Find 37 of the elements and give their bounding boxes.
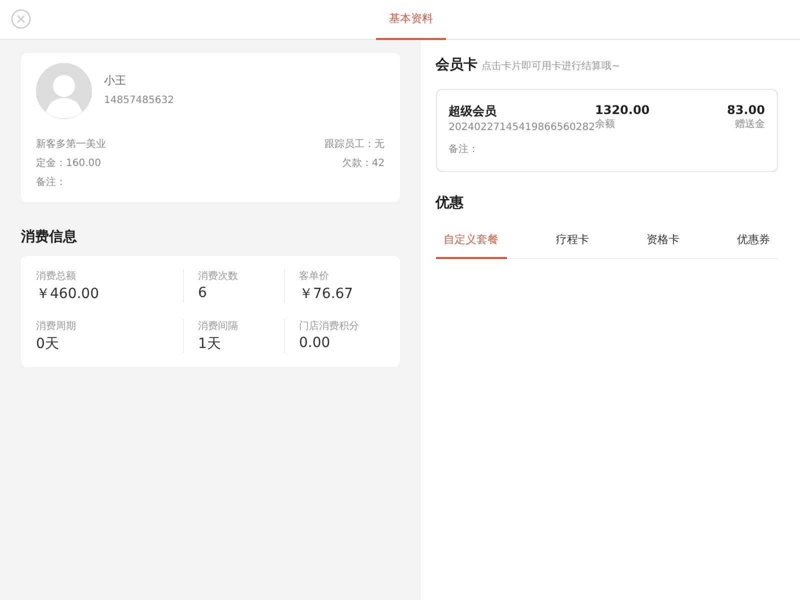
note-text: 备注： bbox=[36, 176, 67, 190]
section-title: 会员卡 bbox=[436, 56, 478, 74]
stat-value: 6 bbox=[198, 285, 208, 301]
bonus-value: 83.00 bbox=[726, 103, 765, 117]
stat-value: ￥76.67 bbox=[299, 285, 354, 303]
stat-label: 消费次数 bbox=[198, 270, 239, 283]
balance-label: 余额 bbox=[595, 118, 616, 132]
close-icon[interactable] bbox=[11, 9, 31, 29]
stat-label: 消费周期 bbox=[36, 320, 77, 333]
hint-text: 点击卡片即可用卡进行结算哦~ bbox=[482, 60, 620, 73]
stat-label: 消费间隔 bbox=[198, 320, 239, 333]
section-title: 消费信息 bbox=[21, 228, 78, 246]
phone-number: 14857485632 bbox=[104, 94, 174, 108]
customer-name: 小王 bbox=[104, 72, 127, 88]
deposit-text: 定金：160.00 bbox=[36, 156, 101, 171]
store-name: 新客多第一美业 bbox=[36, 138, 106, 152]
card-name: 超级会员 bbox=[448, 103, 498, 120]
stat-label: 客单价 bbox=[299, 270, 330, 283]
stat-value: 0.00 bbox=[299, 335, 332, 351]
bonus-label: 赠送金 bbox=[734, 118, 765, 132]
card-note: 备注： bbox=[448, 142, 480, 157]
staff-text: 跟踪员工：无 bbox=[324, 138, 385, 152]
stat-value: 1天 bbox=[198, 335, 222, 353]
stat-value: ￥460.00 bbox=[36, 285, 100, 303]
card-number: 20240227145419866560282 bbox=[448, 121, 595, 135]
balance-value: 1320.00 bbox=[595, 103, 651, 117]
tab[interactable]: 疗程卡 bbox=[548, 222, 598, 259]
tab[interactable]: 优惠券 bbox=[728, 222, 778, 259]
debt-text: 欠款：42 bbox=[342, 157, 385, 171]
tab[interactable]: 自定义套餐 bbox=[436, 222, 507, 259]
section-title: 优惠 bbox=[436, 194, 465, 212]
stat-label: 门店消费积分 bbox=[299, 320, 360, 333]
stat-label: 消费总额 bbox=[36, 270, 77, 283]
stat-value: 0天 bbox=[36, 335, 60, 353]
tab[interactable]: 资格卡 bbox=[638, 222, 688, 259]
member-card[interactable]: 超级会员 20240227145419866560282 1320.00 余额 83.00 赠送金 备注： bbox=[436, 89, 778, 172]
avatar-icon bbox=[36, 63, 92, 119]
